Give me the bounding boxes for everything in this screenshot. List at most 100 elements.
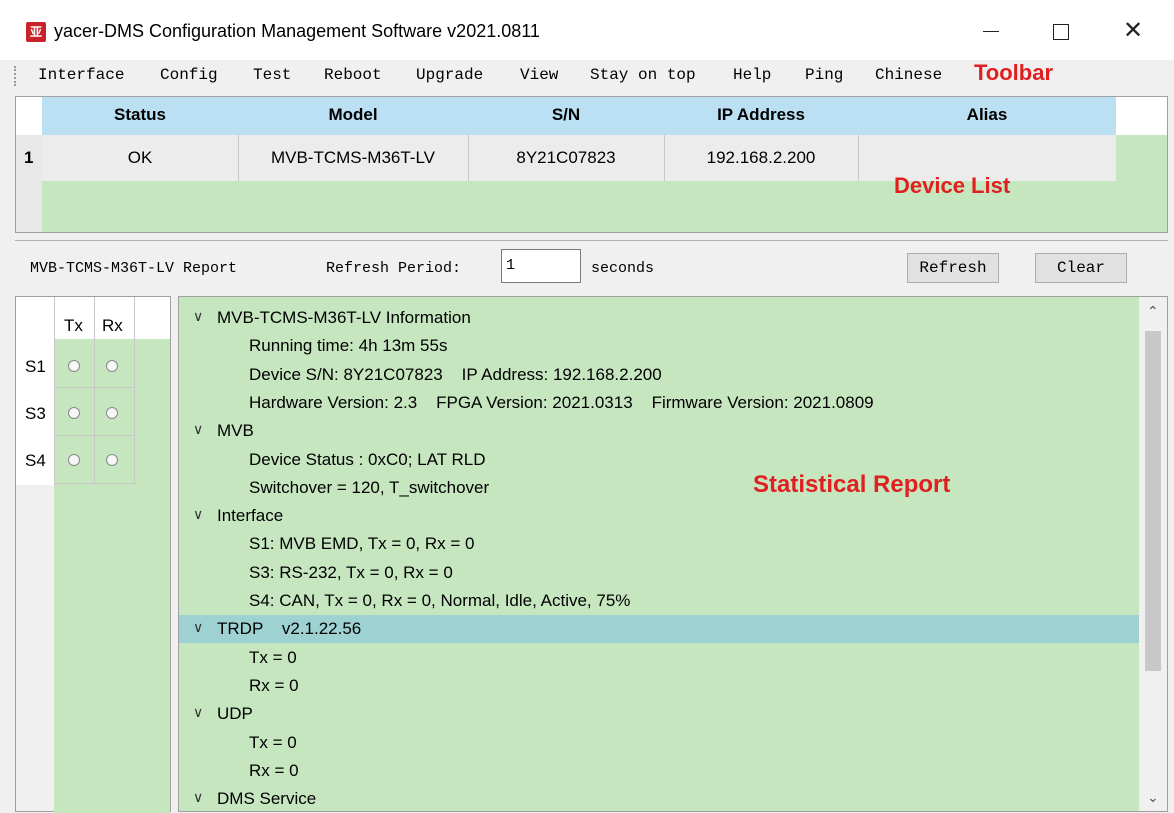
tree-text: Switchover = 120, T_switchover (249, 477, 490, 497)
maximize-button[interactable] (1038, 14, 1084, 48)
menu-item-reboot[interactable]: Reboot (324, 66, 382, 84)
scroll-down-icon[interactable]: ⌄ (1147, 789, 1159, 806)
port-panel-header (16, 297, 170, 339)
tx-header: Tx (64, 316, 83, 335)
tree-text: TRDP v2.1.22.56 (217, 619, 362, 639)
tree-text: Interface (217, 506, 284, 526)
tree-leaf[interactable]: S3: RS-232, Tx = 0, Rx = 0 (179, 559, 1139, 587)
menu-item-ping[interactable]: Ping (805, 66, 843, 84)
toolbar-grip[interactable] (14, 66, 18, 86)
tree-node[interactable]: ∨ TRDP v2.1.22.56 (179, 615, 1139, 644)
chevron-down-icon[interactable]: ∨ (193, 506, 203, 523)
tree-node[interactable]: ∨ MVB (179, 417, 1139, 445)
tree-text: Hardware Version: 2.3 FPGA Version: 2021… (249, 392, 874, 412)
statistical-report-tree: ∨ MVB-TCMS-M36T-LV Information Running tim… (178, 296, 1168, 812)
menu-item-stay-on-top[interactable]: Stay on top (590, 66, 696, 84)
maximize-icon (1053, 23, 1069, 40)
port-label-s1: S1 (25, 357, 46, 376)
rx-led-s3-icon (106, 407, 118, 419)
minimize-button[interactable] (968, 14, 1014, 48)
tree-node[interactable]: ∨ MVB-TCMS-M36T-LV Information (179, 304, 1139, 332)
tree-text: Rx = 0 (249, 675, 299, 695)
grid-line (54, 297, 55, 485)
column-ip-address[interactable]: IP Address (664, 105, 858, 125)
refresh-period-input[interactable]: 1 (501, 249, 581, 283)
row-number[interactable]: 1 (16, 135, 42, 181)
column-sn[interactable]: S/N (468, 105, 664, 125)
clear-button[interactable]: Clear (1035, 253, 1127, 283)
menu-item-chinese[interactable]: Chinese (875, 66, 942, 84)
tree-node[interactable]: ∨ UDP (179, 700, 1139, 728)
statistical-report-annotation: Statistical Report (753, 471, 951, 498)
tx-led-s1-icon (68, 360, 80, 372)
tree-text: S3: RS-232, Tx = 0, Rx = 0 (249, 562, 453, 582)
menu-item-help[interactable]: Help (733, 66, 771, 84)
device-list: Status Model S/N IP Address Alias 1 OK M… (15, 96, 1168, 233)
port-label-s4: S4 (25, 451, 46, 470)
chevron-down-icon[interactable]: ∨ (193, 704, 203, 721)
minimize-icon (983, 30, 999, 33)
cell-ip: 192.168.2.200 (706, 148, 816, 167)
report-divider (15, 240, 1168, 241)
rx-led-s4-icon (106, 454, 118, 466)
tree-leaf[interactable]: Rx = 0 (179, 757, 1139, 785)
chevron-down-icon[interactable]: ∨ (193, 789, 203, 806)
tree-text: S1: MVB EMD, Tx = 0, Rx = 0 (249, 534, 475, 554)
tree-leaf[interactable]: Hardware Version: 2.3 FPGA Version: 2021… (179, 389, 1139, 417)
scroll-up-icon[interactable]: ⌃ (1147, 303, 1159, 320)
port-label-s3: S3 (25, 404, 46, 423)
tree-leaf[interactable]: Device S/N: 8Y21C07823 IP Address: 192.1… (179, 361, 1139, 389)
port-indicator-panel: Tx Rx S1 S3 S4 (15, 296, 171, 813)
tree-text: Device S/N: 8Y21C07823 IP Address: 192.1… (249, 364, 662, 384)
tree-leaf[interactable]: Device Status : 0xC0; LAT RLD (179, 446, 1139, 474)
menu-item-interface[interactable]: Interface (38, 66, 124, 84)
cell-sn: 8Y21C07823 (516, 148, 616, 167)
grid-line (94, 297, 95, 485)
tree-text: UDP (217, 704, 253, 724)
rx-header: Rx (102, 316, 123, 335)
tree-leaf[interactable]: Rx = 0 (179, 672, 1139, 700)
menu-item-config[interactable]: Config (160, 66, 218, 84)
close-icon: ✕ (1122, 17, 1144, 44)
tree-text: S4: CAN, Tx = 0, Rx = 0, Normal, Idle, A… (249, 591, 631, 610)
tree-leaf[interactable]: Tx = 0 (179, 644, 1139, 672)
chevron-down-icon[interactable]: ∨ (193, 619, 203, 636)
scrollbar-thumb[interactable] (1145, 331, 1161, 671)
tree-text: MVB-TCMS-M36T-LV Information (217, 308, 471, 327)
title-bar: 亚 yacer-DMS Configuration Management Sof… (0, 0, 1174, 60)
chevron-down-icon[interactable]: ∨ (193, 308, 203, 325)
tree-text: Device Status : 0xC0; LAT RLD (249, 449, 486, 469)
column-alias[interactable]: Alias (858, 105, 1116, 125)
column-status[interactable]: Status (42, 105, 238, 125)
window-title: yacer-DMS Configuration Management Softw… (54, 21, 540, 41)
device-list-header: Status Model S/N IP Address Alias (16, 97, 1116, 135)
vertical-scrollbar[interactable]: ⌃ ⌄ (1139, 297, 1167, 811)
grid-line (54, 435, 134, 436)
tree-text: MVB (217, 421, 254, 441)
menu-item-view[interactable]: View (520, 66, 558, 84)
tree-node[interactable]: ∨ Interface (179, 502, 1139, 530)
menu-item-test[interactable]: Test (253, 66, 291, 84)
tree-leaf[interactable]: Switchover = 120, T_switchover (179, 474, 1139, 502)
refresh-button[interactable]: Refresh (907, 253, 999, 283)
toolbar-annotation: Toolbar (974, 60, 1054, 85)
tree-text: Tx = 0 (249, 732, 297, 752)
tree-node[interactable]: ∨ DMS Service (179, 785, 1139, 811)
tree-leaf[interactable]: S4: CAN, Tx = 0, Rx = 0, Normal, Idle, A… (179, 587, 1139, 615)
close-button[interactable]: ✕ (1110, 14, 1156, 48)
seconds-label: seconds (591, 260, 655, 277)
app-logo-icon: 亚 (26, 22, 46, 42)
chevron-down-icon[interactable]: ∨ (193, 421, 203, 438)
column-model[interactable]: Model (238, 105, 468, 125)
cell-model: MVB-TCMS-M36T-LV (270, 148, 436, 167)
menu-item-upgrade[interactable]: Upgrade (416, 66, 483, 84)
device-list-corner (16, 97, 42, 135)
tree-leaf[interactable]: Tx = 0 (179, 729, 1139, 757)
tree-text: Rx = 0 (249, 760, 299, 780)
cell-divider (858, 135, 859, 181)
tx-led-s4-icon (68, 454, 80, 466)
tree-leaf[interactable]: Running time: 4h 13m 55s (179, 332, 1139, 360)
device-list-header-filler (1116, 97, 1167, 135)
tree-leaf[interactable]: S1: MVB EMD, Tx = 0, Rx = 0 (179, 530, 1139, 558)
tree-text: Tx = 0 (249, 647, 297, 667)
